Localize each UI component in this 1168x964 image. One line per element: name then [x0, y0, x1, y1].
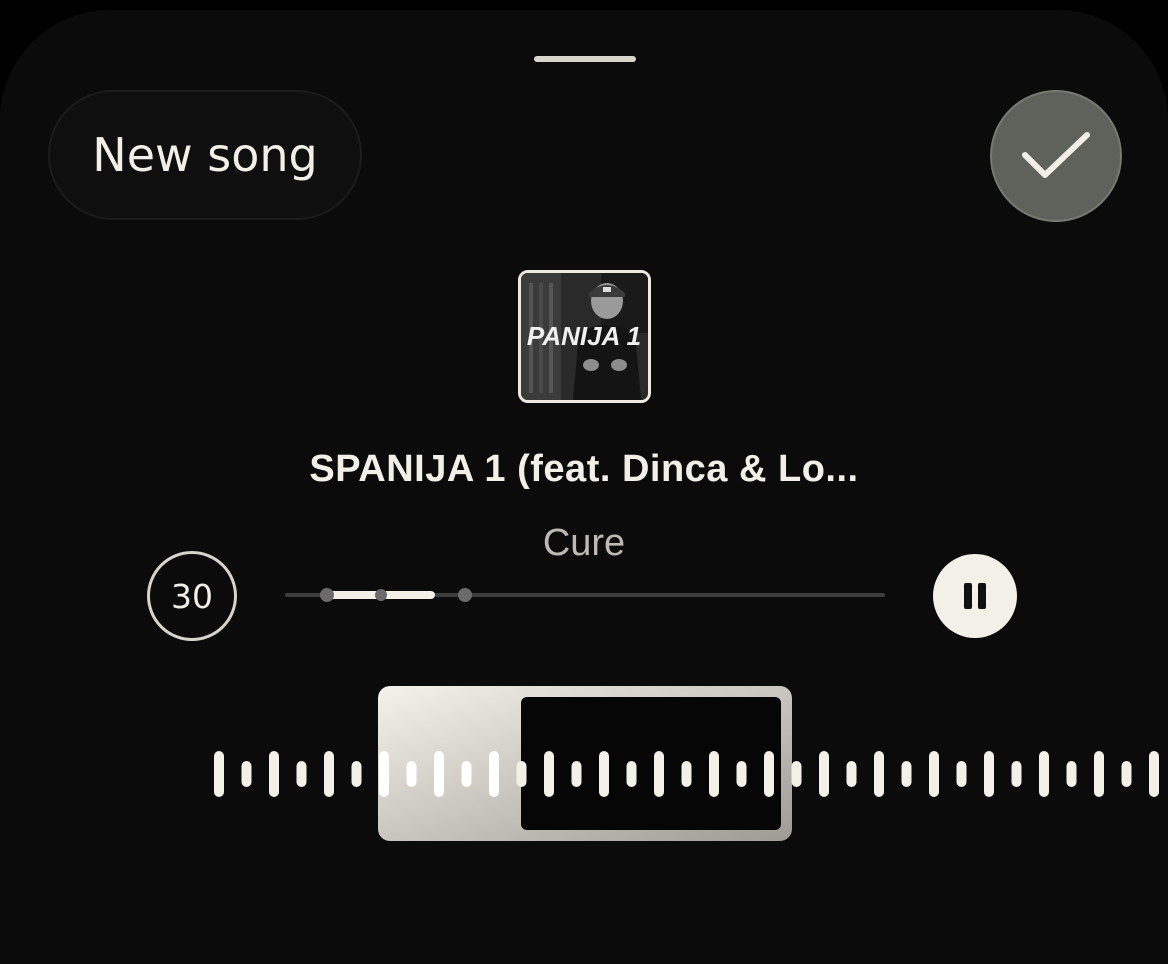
- waveform-bar: [434, 751, 444, 797]
- waveform-bar: [819, 751, 829, 797]
- song-picker-sheet: New song PANIJA 1 SPANIJA 1 (feat. Dinca…: [0, 10, 1168, 964]
- pause-button[interactable]: [933, 554, 1017, 638]
- clip-start-marker: [320, 588, 334, 602]
- waveform-bar: [1039, 751, 1049, 797]
- waveform-bar: [764, 751, 774, 797]
- clip-duration-button[interactable]: 30: [147, 551, 237, 641]
- waveform-bar: [599, 751, 609, 797]
- waveform-bar: [901, 761, 912, 787]
- waveform-bar: [874, 751, 884, 797]
- waveform-bar: [461, 761, 472, 787]
- waveform-bar: [791, 761, 802, 787]
- waveform-bar: [654, 751, 664, 797]
- waveform-bar: [846, 761, 857, 787]
- waveform-bar: [516, 761, 527, 787]
- waveform-selector[interactable]: [0, 680, 1168, 860]
- clip-end-marker: [458, 588, 472, 602]
- waveform-bar: [296, 761, 307, 787]
- waveform-bar: [1149, 751, 1159, 797]
- new-song-button[interactable]: New song: [48, 90, 362, 220]
- clip-progress-bar[interactable]: [285, 580, 885, 610]
- album-cover: PANIJA 1: [518, 270, 651, 403]
- sheet-grabber[interactable]: [534, 56, 636, 62]
- waveform-bar: [241, 761, 252, 787]
- waveform-bar: [1094, 751, 1104, 797]
- waveform-bar: [929, 751, 939, 797]
- waveform-bar: [1066, 761, 1077, 787]
- cover-text: PANIJA 1: [527, 321, 641, 351]
- waveform-bar: [379, 751, 389, 797]
- waveform-bar: [406, 761, 417, 787]
- confirm-button[interactable]: [990, 90, 1122, 222]
- waveform-bar: [1011, 761, 1022, 787]
- waveform-bar: [956, 761, 967, 787]
- waveform-bar: [681, 761, 692, 787]
- waveform-bar: [544, 751, 554, 797]
- song-title: SPANIJA 1 (feat. Dinca & Lo...: [309, 448, 859, 490]
- progress-mid-dot: [375, 589, 387, 601]
- waveform-bar: [351, 761, 362, 787]
- waveform-bar: [626, 761, 637, 787]
- waveform-bar: [269, 751, 279, 797]
- pause-icon: [964, 583, 986, 609]
- waveform-bar: [1121, 761, 1132, 787]
- waveform-bar: [571, 761, 582, 787]
- waveform-bar: [214, 751, 224, 797]
- waveform-bar: [489, 751, 499, 797]
- waveform-bar: [736, 761, 747, 787]
- waveform-bar: [709, 751, 719, 797]
- waveform-bar: [324, 751, 334, 797]
- checkmark-icon: [1022, 132, 1090, 178]
- waveform-bar: [984, 751, 994, 797]
